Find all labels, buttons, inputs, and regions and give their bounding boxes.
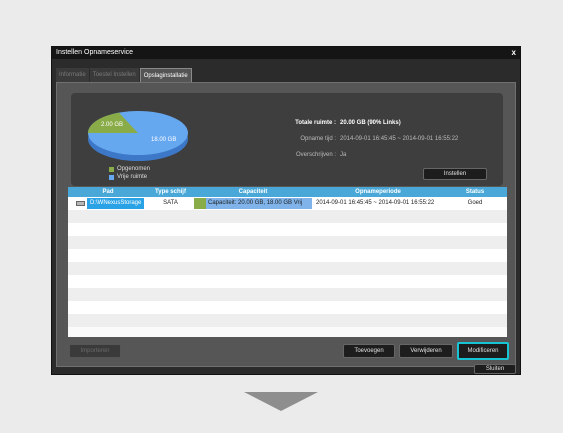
capacity-used-fill xyxy=(194,198,206,209)
window-title: Instellen Opnameservice xyxy=(56,49,134,56)
add-button[interactable]: Toevoegen xyxy=(343,344,395,358)
pie-used-label: 2.00 GB xyxy=(101,122,123,128)
storage-pie-chart: 2.00 GB 18.00 GB xyxy=(87,111,188,161)
empty-row xyxy=(68,236,507,249)
empty-row xyxy=(68,262,507,275)
legend-free-swatch xyxy=(109,174,114,180)
tab-opslaginstallatie[interactable]: Opslaginstallatie xyxy=(139,68,192,83)
empty-row xyxy=(68,223,507,236)
row-type: SATA xyxy=(163,200,178,206)
tab-informatie[interactable]: Informatie xyxy=(56,68,89,82)
row-period: 2014-09-01 16:45:45 ~ 2014-09-01 16:55:2… xyxy=(316,200,435,206)
overwrite-value: Ja xyxy=(340,152,347,158)
drive-icon xyxy=(76,201,85,206)
overwrite-label-wrap: Overschrijven : xyxy=(221,152,336,162)
remove-button[interactable]: Verwijderen xyxy=(399,344,453,358)
legend-free: Vrije ruimte xyxy=(109,173,150,181)
total-label-wrap: Totale ruimte : xyxy=(221,120,336,130)
total-space-label: Totale ruimte : xyxy=(295,120,336,126)
storage-table: Pad Type schijf Capaciteit Opnameperiode… xyxy=(68,187,507,337)
tab-toestel-instellen[interactable]: Toestel Instellen xyxy=(89,68,139,82)
storage-panel: 2.00 GB 18.00 GB Opgenomen Vrije ruimte … xyxy=(56,82,516,367)
column-header-type: Type schijf xyxy=(155,189,186,195)
empty-row xyxy=(68,249,507,262)
storage-settings-window: Instellen Opnameservice x Informatie Toe… xyxy=(51,46,521,375)
recording-time-value: 2014-09-01 16:45:45 ~ 2014-09-01 16:55:2… xyxy=(340,136,459,142)
row-capacity: Capaciteit: 20.00 GB, 18.00 GB Vrij xyxy=(208,200,303,206)
pie-free-label: 18.00 GB xyxy=(151,137,176,143)
storage-summary: 2.00 GB 18.00 GB Opgenomen Vrije ruimte … xyxy=(71,93,503,186)
period-label-wrap: Opname tijd : xyxy=(221,136,336,146)
pie-legend: Opgenomen Vrije ruimte xyxy=(109,165,150,181)
legend-free-label: Vrije ruimte xyxy=(117,174,148,180)
row-status: Goed xyxy=(467,200,483,206)
total-space-value: 20.00 GB (90% Links) xyxy=(340,120,401,126)
close-button[interactable]: Sluiten xyxy=(474,364,516,374)
empty-row xyxy=(68,210,507,223)
table-header: Pad Type schijf Capaciteit Opnameperiode… xyxy=(68,187,507,197)
legend-used-swatch xyxy=(109,166,114,172)
column-header-path: Pad xyxy=(102,189,114,195)
legend-used: Opgenomen xyxy=(109,165,150,173)
column-header-status: Status xyxy=(465,189,485,195)
empty-row xyxy=(68,314,507,327)
close-icon[interactable]: x xyxy=(512,47,516,59)
import-button[interactable]: Importeren xyxy=(69,344,121,358)
empty-row xyxy=(68,288,507,301)
overwrite-label: Overschrijven : xyxy=(295,152,336,158)
title-bar: Instellen Opnameservice x xyxy=(52,47,520,59)
setup-button[interactable]: Instellen xyxy=(423,168,487,180)
row-path: D:\WNexusStorage xyxy=(87,198,145,209)
recording-time-label: Opname tijd : xyxy=(300,136,336,142)
empty-row xyxy=(68,301,507,314)
column-header-capacity: Capaciteit xyxy=(238,189,268,195)
column-header-period: Opnameperiode xyxy=(355,189,401,195)
down-arrow-icon xyxy=(244,392,318,411)
empty-row xyxy=(68,275,507,288)
legend-used-label: Opgenomen xyxy=(117,166,151,172)
tab-bar: Informatie Toestel Instellen Opslaginsta… xyxy=(56,68,193,83)
table-row[interactable]: D:\WNexusStorage SATA Capaciteit: 20.00 … xyxy=(68,197,507,210)
capacity-bar: Capaciteit: 20.00 GB, 18.00 GB Vrij xyxy=(194,198,312,209)
modify-button[interactable]: Modificeren xyxy=(457,342,509,360)
